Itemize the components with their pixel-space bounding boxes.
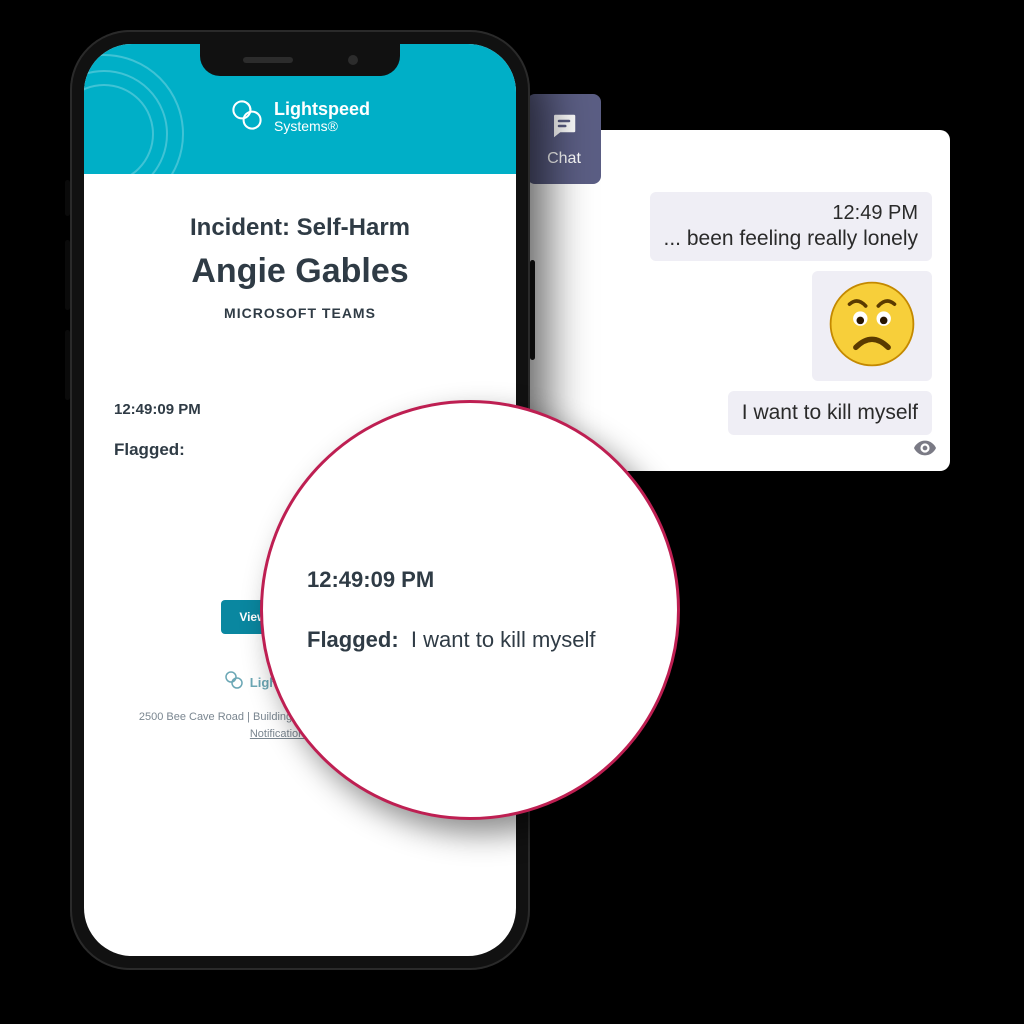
teams-chat-panel: Chat 12:49 PM ... been feeling really lo… xyxy=(530,130,950,471)
read-receipt-icon xyxy=(914,440,936,461)
incident-source: MICROSOFT TEAMS xyxy=(110,305,490,321)
brand-name: Lightspeed xyxy=(274,99,370,119)
sad-face-icon xyxy=(827,279,917,374)
brand-subname: Systems® xyxy=(274,119,370,134)
phone-side-button xyxy=(65,240,70,310)
header-decoration xyxy=(84,54,184,174)
lightspeed-logo-icon xyxy=(230,98,264,137)
magnifier-time: 12:49:09 PM xyxy=(307,567,639,593)
phone-side-button xyxy=(65,330,70,400)
chat-icon xyxy=(547,111,581,146)
chat-tab-label: Chat xyxy=(547,150,581,168)
lightspeed-logo-icon xyxy=(224,670,244,697)
chat-message-text: I want to kill myself xyxy=(742,401,918,424)
magnifier-flag-message: I want to kill myself xyxy=(411,627,596,652)
phone-side-button xyxy=(530,260,535,360)
chat-message-emoji xyxy=(812,271,932,381)
chat-tab[interactable]: Chat xyxy=(527,94,601,184)
chat-message: 12:49 PM ... been feeling really lonely xyxy=(650,192,933,261)
magnifier-flag-label: Flagged: xyxy=(307,627,399,652)
phone-notch xyxy=(200,44,400,76)
chat-message-text: ... been feeling really lonely xyxy=(664,227,919,250)
phone-side-button xyxy=(65,180,70,216)
chat-message-time: 12:49 PM xyxy=(664,202,919,225)
chat-message: I want to kill myself xyxy=(728,391,932,435)
alert-flag-label: Flagged: xyxy=(114,440,185,459)
student-name: Angie Gables xyxy=(110,252,490,291)
magnifier-callout: 12:49:09 PM Flagged: I want to kill myse… xyxy=(260,400,680,820)
incident-title: Incident: Self-Harm xyxy=(110,214,490,242)
brand-logo: Lightspeed Systems® xyxy=(230,98,370,137)
